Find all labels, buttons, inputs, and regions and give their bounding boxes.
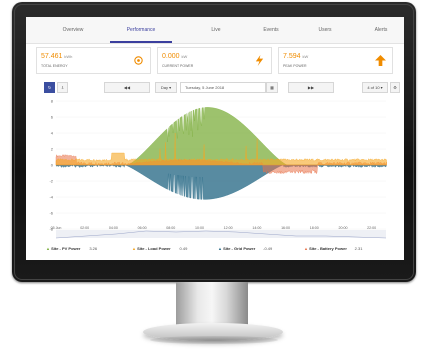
stat-value: 57.461 kWh [41, 53, 73, 60]
sun-icon [134, 56, 143, 65]
previous-button[interactable]: ◀◀ [104, 82, 150, 93]
tab-overview[interactable]: Overview [48, 17, 98, 43]
y-tick-label: 0 [51, 163, 54, 168]
y-tick-label: 2 [51, 147, 54, 152]
y-tick-label: 6 [51, 115, 54, 120]
arrow-up-icon [375, 55, 386, 66]
base-shadow [150, 336, 278, 344]
grid-power-area [55, 164, 387, 200]
date-input[interactable]: Tuesday, 5 June 2018 [180, 82, 266, 93]
x-tick-label: 14:00 [252, 226, 261, 230]
x-tick-label: 05 Jun [51, 226, 62, 230]
stat-label: PEAK POWER [283, 64, 307, 68]
page-select[interactable]: 4 of 10 ▾ [362, 82, 388, 93]
next-button[interactable]: ▶▶ [288, 82, 334, 93]
legend-battery[interactable]: ▲ Site - Battery Power 2.31 [304, 244, 362, 254]
range-navigator[interactable] [56, 230, 386, 238]
stat-card-peak-power: 7.594 kW PEAK POWER [278, 47, 393, 74]
x-tick-label: 04:00 [109, 226, 118, 230]
screen: Overview Performance Live Events Users A… [26, 17, 404, 260]
calendar-button[interactable]: ▦ [266, 82, 278, 93]
y-tick-label: -6 [49, 211, 53, 216]
y-tick-label: -2 [49, 179, 53, 184]
settings-button[interactable]: ⚙ [390, 82, 400, 93]
x-tick-label: 02:00 [80, 226, 89, 230]
y-tick-label: 8 [51, 99, 54, 104]
legend-grid[interactable]: ▲ Site - Grid Power -0.49 [218, 244, 272, 254]
y-tick-label: 4 [51, 131, 54, 136]
download-button[interactable]: ⇩ [57, 82, 68, 93]
x-tick-label: 22:00 [367, 226, 376, 230]
refresh-button[interactable]: ↻ [44, 82, 55, 93]
tab-performance[interactable]: Performance [116, 17, 166, 43]
stat-label: TOTAL ENERGY [41, 64, 68, 68]
stat-card-total-energy: 57.461 kWh TOTAL ENERGY [36, 47, 151, 74]
legend-pv[interactable]: ▲ Site - PV Power 3.26 [46, 244, 97, 254]
tab-live[interactable]: Live [191, 17, 241, 43]
top-nav: Overview Performance Live Events Users A… [26, 17, 404, 44]
x-tick-label: 16:00 [281, 226, 290, 230]
x-tick-label: 12:00 [224, 226, 233, 230]
tab-alerts[interactable]: Alerts [356, 17, 404, 43]
period-select[interactable]: Day ▾ [155, 82, 177, 93]
legend-load[interactable]: ▲ Site - Load Power 0.49 [132, 244, 187, 254]
x-tick-label: 18:00 [310, 226, 319, 230]
monitor-stand [176, 282, 248, 328]
stat-value: 0.000 kW [162, 53, 188, 60]
x-tick-label: 08:00 [166, 226, 175, 230]
pv-power-area [56, 107, 287, 166]
stat-label: CURRENT POWER [162, 64, 194, 68]
tab-events[interactable]: Events [246, 17, 296, 43]
y-tick-label: -4 [49, 195, 53, 200]
x-tick-label: 10:00 [195, 226, 204, 230]
x-tick-label: 06:00 [138, 226, 147, 230]
lightning-icon [255, 55, 264, 66]
power-chart: 86420-2-4-6-8 05 Jun 02:00 04:00 06:00 08:00… [49, 99, 387, 239]
tab-users[interactable]: Users [300, 17, 350, 43]
stat-card-current-power: 0.000 kW CURRENT POWER [157, 47, 272, 74]
stat-value: 7.594 kW [283, 53, 309, 60]
x-tick-label: 20:00 [338, 226, 347, 230]
chart-legend: ▲ Site - PV Power 3.26 ▲ Site - Load Pow… [46, 244, 386, 254]
active-tab-indicator [110, 41, 172, 43]
